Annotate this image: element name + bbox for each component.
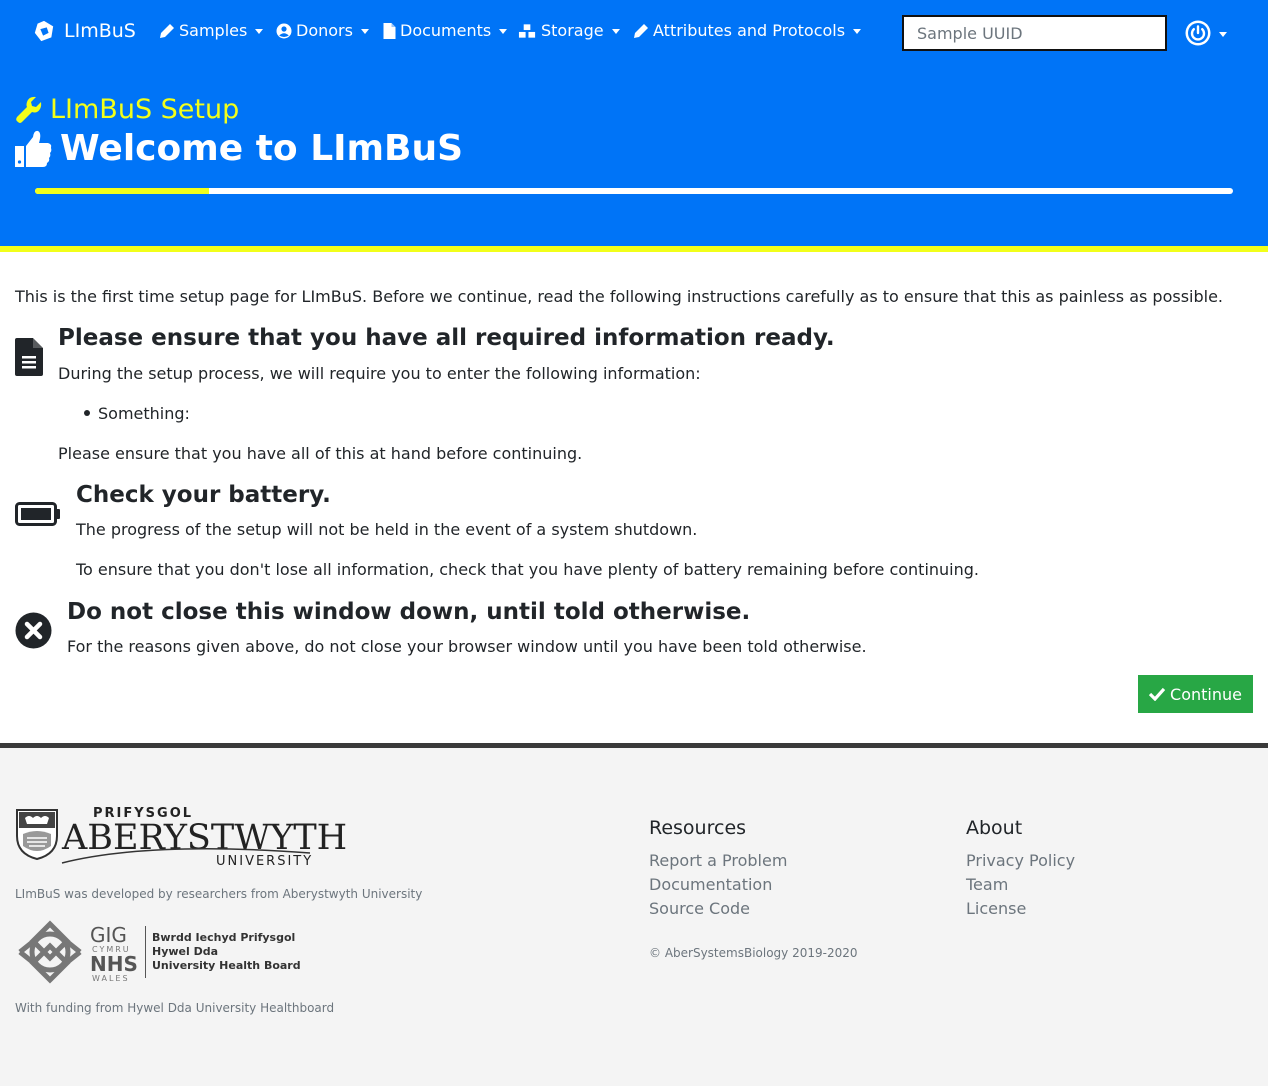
info-bullet-item: Something: xyxy=(98,404,190,423)
thumbs-up-icon xyxy=(15,130,52,167)
battery-section-title: Check your battery. xyxy=(76,482,331,508)
chevron-down-icon xyxy=(853,29,862,34)
documentation-link[interactable]: Documentation xyxy=(649,875,772,894)
license-link[interactable]: License xyxy=(966,899,1026,918)
window-section-text: For the reasons given above, do not clos… xyxy=(67,637,867,656)
aber-university-text: UNIVERSITY xyxy=(216,854,314,869)
navbar: LImBuS Samples Donors Documents Storage … xyxy=(0,0,1268,64)
developed-by-text: LImBuS was developed by researchers from… xyxy=(15,887,423,901)
nav-storage-label: Storage xyxy=(541,21,604,40)
nav-documents[interactable]: Documents xyxy=(383,21,508,40)
continue-button[interactable]: Continue xyxy=(1138,675,1253,713)
battery-full-icon xyxy=(15,502,60,526)
page-title: Welcome to LImBuS xyxy=(15,128,463,169)
nhs-nhs-text: NHS xyxy=(90,952,138,976)
sample-uuid-search-input[interactable] xyxy=(902,15,1167,51)
funding-text: With funding from Hywel Dda University H… xyxy=(15,1001,335,1015)
report-problem-link[interactable]: Report a Problem xyxy=(649,851,787,870)
about-heading: About xyxy=(966,817,1023,839)
hero-subtitle: LImBuS Setup xyxy=(15,94,239,125)
check-icon xyxy=(1149,687,1166,701)
chevron-down-icon xyxy=(1219,31,1227,37)
nav-attributes-label: Attributes and Protocols xyxy=(653,21,846,40)
user-menu-toggle[interactable] xyxy=(1185,20,1227,46)
footer: PRIFYSGOL ABERYSTWYTH UNIVERSITY LImBuS … xyxy=(0,743,1268,1086)
resources-heading: Resources xyxy=(649,817,747,839)
nhs-gig-text: GIG xyxy=(90,923,127,947)
brand-link[interactable]: LImBuS xyxy=(33,20,136,42)
file-icon xyxy=(383,22,396,39)
nav-documents-label: Documents xyxy=(400,21,492,40)
nav-samples-label: Samples xyxy=(179,21,248,40)
chevron-down-icon xyxy=(499,29,508,34)
bullet-marker xyxy=(84,410,90,416)
aberystwyth-crest-icon xyxy=(16,809,58,860)
chevron-down-icon xyxy=(255,29,264,34)
info-section-text: During the setup process, we will requir… xyxy=(58,364,701,383)
nhs-board-line3: University Health Board xyxy=(152,959,301,972)
hero-accent-border xyxy=(0,246,1268,252)
nav-donors[interactable]: Donors xyxy=(276,21,369,40)
nhs-board-line1: Bwrdd Iechyd Prifysgol xyxy=(152,931,296,944)
setup-progress-fill xyxy=(35,188,209,194)
setup-progress-bar xyxy=(35,188,1233,194)
nhs-board-line2: Hywel Dda xyxy=(152,945,219,958)
page-title-text: Welcome to LImBuS xyxy=(60,128,464,169)
nav-samples[interactable]: Samples xyxy=(159,21,264,40)
battery-section-note: To ensure that you don't lose all inform… xyxy=(76,560,979,579)
boxes-icon xyxy=(518,23,536,38)
hero-banner: LImBuS Setup Welcome to LImBuS xyxy=(0,64,1268,246)
nav-donors-label: Donors xyxy=(296,21,353,40)
continue-button-label: Continue xyxy=(1170,684,1242,704)
source-code-link[interactable]: Source Code xyxy=(649,899,750,918)
pen-icon xyxy=(634,23,648,38)
wrench-icon xyxy=(16,96,42,123)
brand-logo-icon xyxy=(34,20,54,42)
chevron-down-icon xyxy=(360,29,369,34)
chevron-down-icon xyxy=(611,29,620,34)
pen-icon xyxy=(160,23,174,38)
intro-text: This is the first time setup page for LI… xyxy=(15,287,1224,306)
file-alt-icon xyxy=(15,338,43,376)
team-link[interactable]: Team xyxy=(966,875,1008,894)
brand-name: LImBuS xyxy=(64,20,136,42)
nav-attributes-protocols[interactable]: Attributes and Protocols xyxy=(633,21,862,40)
window-section-title: Do not close this window down, until tol… xyxy=(67,599,751,625)
user-circle-icon xyxy=(276,23,292,38)
info-section-title: Please ensure that you have all required… xyxy=(58,325,835,351)
times-circle-icon xyxy=(15,612,52,649)
hero-subtitle-text: LImBuS Setup xyxy=(50,94,240,125)
privacy-policy-link[interactable]: Privacy Policy xyxy=(966,851,1075,870)
power-icon xyxy=(1185,20,1211,46)
battery-section-text: The progress of the setup will not be he… xyxy=(76,520,698,539)
copyright-text: © AberSystemsBiology 2019-2020 xyxy=(649,946,858,960)
celtic-knot-icon xyxy=(18,920,82,984)
nhs-wales-text: WALES xyxy=(92,974,130,983)
nav-storage[interactable]: Storage xyxy=(518,21,620,40)
info-section-note: Please ensure that you have all of this … xyxy=(58,444,583,463)
nhs-divider xyxy=(145,926,146,978)
